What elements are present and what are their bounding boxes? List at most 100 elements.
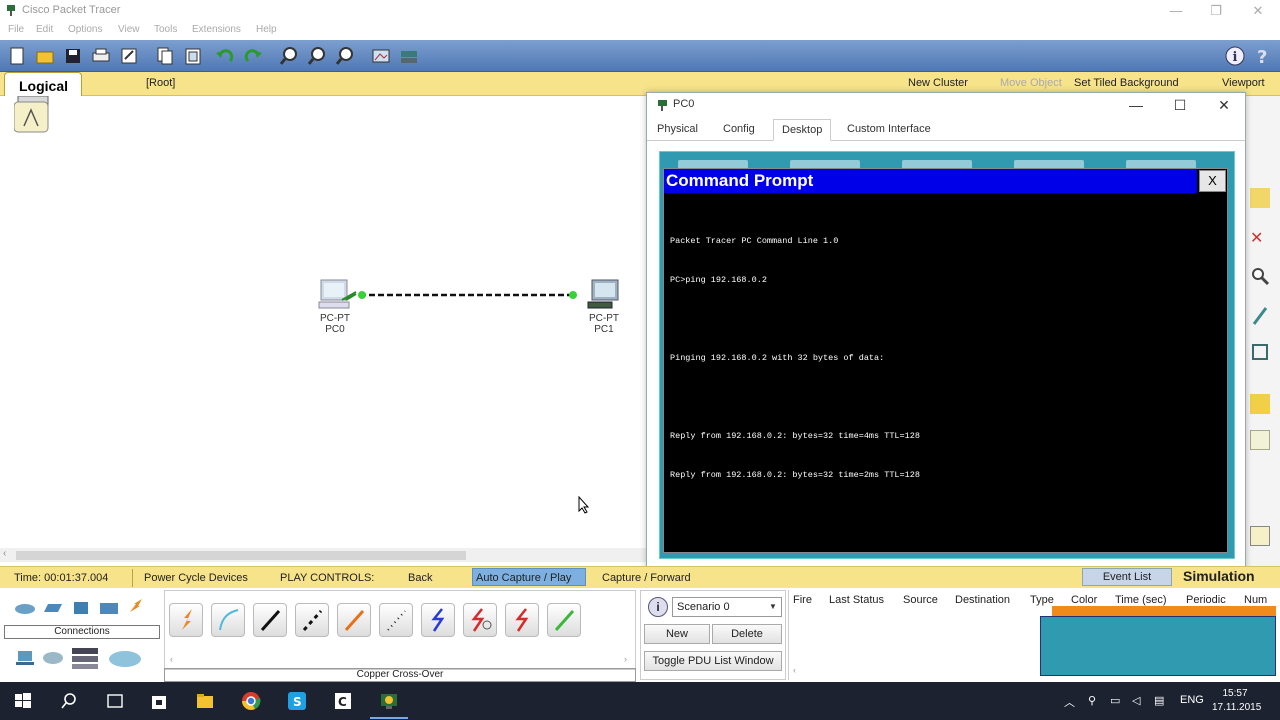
activity-wizard-icon[interactable] [118, 45, 140, 67]
pc-window-close-button[interactable]: ✕ [1209, 95, 1239, 115]
new-cluster-button[interactable]: New Cluster [908, 77, 968, 89]
command-prompt-window[interactable]: Command Prompt X Packet Tracer PC Comman… [663, 168, 1228, 553]
zoom-out-icon[interactable] [334, 45, 356, 67]
menu-view[interactable]: View [118, 24, 140, 35]
print-icon[interactable] [90, 45, 112, 67]
chrome-icon[interactable] [240, 690, 262, 712]
notifications-icon[interactable]: ▤ [1154, 694, 1164, 707]
scenario-select[interactable]: Scenario 0 ▼ [672, 597, 782, 617]
toggle-pdu-list-button[interactable]: Toggle PDU List Window [644, 651, 782, 671]
network-icon[interactable]: ▭ [1110, 694, 1120, 707]
redo-icon[interactable] [242, 45, 264, 67]
hubs-icon[interactable] [70, 600, 92, 616]
camtasia-icon[interactable]: C [332, 690, 354, 712]
new-scenario-button[interactable]: New [644, 624, 710, 644]
navigation-icon[interactable] [14, 96, 52, 136]
close-button[interactable]: ✕ [1238, 2, 1278, 20]
pc-window-maximize-button[interactable]: ☐ [1165, 95, 1195, 115]
help-icon[interactable]: ? [1252, 45, 1274, 68]
custom-devices-icon[interactable] [398, 45, 420, 67]
auto-capture-play-button[interactable]: Auto Capture / Play [472, 568, 586, 586]
info-icon[interactable]: i [1224, 45, 1246, 67]
cluster-icon[interactable] [1250, 526, 1270, 546]
delete-scenario-button[interactable]: Delete [712, 624, 782, 644]
serial-dte-icon[interactable] [505, 603, 539, 637]
pc1-device[interactable]: PC-PT PC1 [582, 278, 626, 335]
workspace-horizontal-scrollbar[interactable]: ‹ [0, 548, 648, 562]
pdu-list-scrollbar[interactable]: ‹ [789, 665, 1039, 677]
tab-custom-interface[interactable]: Custom Interface [847, 123, 931, 135]
scenario-info-icon[interactable]: i [648, 597, 668, 617]
undo-icon[interactable] [214, 45, 236, 67]
menu-tools[interactable]: Tools [154, 24, 177, 35]
inspect-icon[interactable] [1250, 266, 1270, 286]
coaxial-cable-icon[interactable] [421, 603, 455, 637]
drawing-palette-icon[interactable] [370, 45, 392, 67]
maximize-button[interactable]: ❐ [1196, 2, 1236, 20]
menu-extensions[interactable]: Extensions [192, 24, 241, 35]
cloud-icon[interactable] [108, 648, 142, 668]
root-breadcrumb[interactable]: [Root] [146, 77, 175, 89]
add-simple-pdu-icon[interactable] [1250, 394, 1270, 414]
logical-tab[interactable]: Logical [4, 72, 82, 99]
scroll-left-icon[interactable]: ‹ [170, 654, 173, 664]
security-icon[interactable] [42, 650, 64, 666]
connections-icon[interactable] [126, 598, 148, 614]
console-cable-icon[interactable] [211, 603, 245, 637]
fiber-icon[interactable] [337, 603, 371, 637]
tab-desktop[interactable]: Desktop [773, 119, 832, 141]
pc-window-minimize-button[interactable]: — [1121, 95, 1151, 115]
paste-icon[interactable] [182, 45, 204, 67]
command-prompt-close-button[interactable]: X [1199, 170, 1226, 192]
routers-icon[interactable] [14, 600, 36, 616]
phone-cable-icon[interactable] [379, 603, 413, 637]
search-icon[interactable] [58, 690, 80, 712]
task-view-icon[interactable] [104, 690, 126, 712]
octal-cable-icon[interactable] [547, 603, 581, 637]
event-list-button[interactable]: Event List [1082, 568, 1172, 586]
menu-help[interactable]: Help [256, 24, 277, 35]
scrollbar-thumb[interactable] [16, 551, 466, 560]
wireless-devices-icon[interactable] [98, 600, 120, 616]
resize-shape-icon[interactable] [1250, 342, 1270, 362]
set-tiled-background-button[interactable]: Set Tiled Background [1074, 77, 1179, 89]
tab-physical[interactable]: Physical [657, 123, 698, 135]
tray-chevron-up-icon[interactable]: ︿ [1064, 694, 1075, 710]
add-complex-pdu-icon[interactable] [1250, 430, 1270, 450]
scroll-left-icon[interactable]: ‹ [793, 665, 796, 675]
zoom-in-icon[interactable] [278, 45, 300, 67]
viewport-button[interactable]: Viewport [1222, 77, 1265, 89]
file-explorer-icon[interactable] [194, 690, 216, 712]
save-icon[interactable] [62, 45, 84, 67]
minimize-button[interactable]: — [1156, 2, 1196, 20]
windows-start-icon[interactable] [12, 690, 34, 712]
store-icon[interactable] [148, 690, 170, 712]
copper-cross-over-cable[interactable] [340, 288, 590, 302]
scroll-right-icon[interactable]: › [624, 654, 627, 664]
wan-emulation-icon[interactable] [70, 646, 100, 670]
capture-forward-button[interactable]: Capture / Forward [602, 572, 691, 584]
volume-icon[interactable]: ◁ [1132, 694, 1140, 707]
language-indicator[interactable]: ENG [1180, 694, 1204, 706]
back-button[interactable]: Back [408, 572, 432, 584]
switches-icon[interactable] [42, 600, 64, 616]
pc0-device[interactable]: PC-PT PC0 [313, 278, 357, 335]
end-devices-icon[interactable] [14, 650, 36, 666]
menu-file[interactable]: File [8, 24, 24, 35]
command-prompt-output[interactable]: Packet Tracer PC Command Line 1.0 PC>pin… [670, 209, 1220, 508]
simulation-mode-label[interactable]: Simulation [1183, 568, 1255, 584]
tab-config[interactable]: Config [723, 123, 755, 135]
skype-icon[interactable]: S [286, 690, 308, 712]
power-cycle-button[interactable]: Power Cycle Devices [144, 572, 248, 584]
serial-dce-icon[interactable] [463, 603, 497, 637]
people-icon[interactable]: ⚲ [1088, 694, 1096, 707]
menu-options[interactable]: Options [68, 24, 102, 35]
taskbar-clock[interactable]: 15:57 17.11.2015 [1212, 687, 1261, 715]
connections-scrollbar[interactable]: ‹ › [168, 654, 634, 666]
packet-tracer-taskbar-icon[interactable] [370, 690, 408, 719]
copper-straight-through-icon[interactable] [253, 603, 287, 637]
menu-edit[interactable]: Edit [36, 24, 53, 35]
zoom-reset-icon[interactable] [306, 45, 328, 67]
copper-cross-over-icon[interactable] [295, 603, 329, 637]
delete-icon[interactable]: ✕ [1250, 228, 1270, 248]
